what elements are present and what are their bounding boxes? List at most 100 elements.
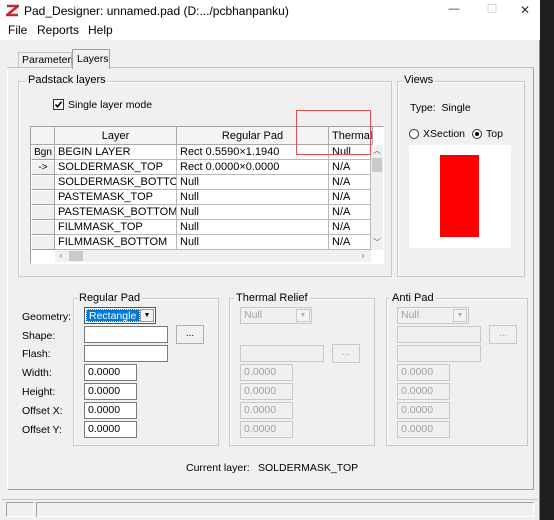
row-header[interactable] xyxy=(31,190,55,205)
row-header[interactable] xyxy=(31,235,55,250)
row-header-corner xyxy=(31,127,55,145)
minimize-button[interactable]: — xyxy=(444,3,464,15)
table-cell-pad[interactable]: Null xyxy=(177,220,329,234)
table-cell-layer[interactable]: PASTEMASK_BOTTOM xyxy=(55,205,177,219)
horizontal-scroll-thumb[interactable] xyxy=(69,251,83,261)
title-bar[interactable]: Pad_Designer: unnamed.pad (D:.../pcbhanp… xyxy=(0,0,540,22)
row-header[interactable] xyxy=(31,175,55,190)
thermal-geometry-value: Null xyxy=(244,309,263,321)
table-cell-pad[interactable]: Null xyxy=(177,190,329,204)
table-row[interactable]: FILMMASK_BOTTOM Null N/A xyxy=(55,235,371,250)
table-cell-thermal[interactable]: N/A xyxy=(329,175,371,189)
row-header[interactable] xyxy=(31,220,55,235)
table-row[interactable]: PASTEMASK_BOTTOM Null N/A xyxy=(55,205,371,220)
offset-x-label: Offset X: xyxy=(22,405,63,417)
table-cell-thermal[interactable]: N/A xyxy=(329,160,371,174)
vertical-scroll-thumb[interactable] xyxy=(372,158,382,172)
scroll-up-icon[interactable]: ︿ xyxy=(371,145,383,157)
table-cell-layer[interactable]: FILMMASK_TOP xyxy=(55,220,177,234)
thermal-browse-button[interactable]: ... xyxy=(332,344,360,363)
current-layer-value: SOLDERMASK_TOP xyxy=(258,462,359,474)
close-button[interactable]: ✕ xyxy=(516,3,534,17)
table-cell-thermal[interactable]: N/A xyxy=(329,205,371,219)
row-header[interactable] xyxy=(31,205,55,220)
top-radio[interactable] xyxy=(472,129,482,139)
menu-help[interactable]: Help xyxy=(88,23,113,37)
row-header[interactable]: -> xyxy=(31,160,55,175)
table-cell-pad[interactable]: Null xyxy=(177,205,329,219)
table-cell-layer[interactable]: PASTEMASK_TOP xyxy=(55,190,177,204)
chevron-down-icon[interactable]: ▼ xyxy=(296,309,310,322)
thermal-flash-input[interactable] xyxy=(240,345,324,362)
regular-height-input[interactable]: 0.0000 xyxy=(84,383,137,400)
row-header[interactable]: Bgn xyxy=(31,145,55,160)
flash-label: Flash: xyxy=(22,348,51,360)
tab-layers-label: Layers xyxy=(77,53,109,65)
thermal-offset-y-input[interactable]: 0.0000 xyxy=(240,421,293,438)
tab-parameters-label: Parameters xyxy=(22,54,77,66)
menu-file[interactable]: File xyxy=(8,23,27,37)
table-cell-pad[interactable]: Null xyxy=(177,175,329,189)
thermal-height-input[interactable]: 0.0000 xyxy=(240,383,293,400)
views-label: Views xyxy=(402,74,436,86)
table-cell-pad[interactable]: Null xyxy=(177,235,329,249)
table-cell-layer[interactable]: SOLDERMASK_BOTTOM xyxy=(55,175,177,189)
scroll-down-icon[interactable]: ﹀ xyxy=(371,237,383,249)
table-row[interactable]: FILMMASK_TOP Null N/A xyxy=(55,220,371,235)
regular-offset-y-input[interactable]: 0.0000 xyxy=(84,421,137,438)
anti-shape-input[interactable] xyxy=(397,326,481,343)
anti-offset-y-input[interactable]: 0.0000 xyxy=(397,421,450,438)
anti-flash-input[interactable] xyxy=(397,345,481,362)
horizontal-scrollbar[interactable]: ‹ › xyxy=(55,250,371,262)
table-cell-thermal[interactable]: N/A xyxy=(329,235,371,249)
top-label: Top xyxy=(486,128,503,140)
chevron-down-icon[interactable]: ▼ xyxy=(453,309,467,322)
thermal-relief-label: Thermal Relief xyxy=(234,292,310,304)
anti-height-input[interactable]: 0.0000 xyxy=(397,383,450,400)
status-pane xyxy=(6,502,34,517)
column-header-layer[interactable]: Layer xyxy=(55,127,177,145)
scroll-left-icon[interactable]: ‹ xyxy=(55,250,67,262)
regular-pad-label: Regular Pad xyxy=(77,292,143,304)
geometry-label: Geometry: xyxy=(22,311,72,323)
thermal-width-input[interactable]: 0.0000 xyxy=(240,364,293,381)
table-row[interactable]: SOLDERMASK_BOTTOM Null N/A xyxy=(55,175,371,190)
thermal-offset-x-input[interactable]: 0.0000 xyxy=(240,402,293,419)
anti-offset-x-input[interactable]: 0.0000 xyxy=(397,402,450,419)
tab-parameters[interactable]: Parameters xyxy=(18,52,76,67)
regular-offset-x-input[interactable]: 0.0000 xyxy=(84,402,137,419)
maximize-button[interactable]: ☐ xyxy=(484,2,500,16)
padstack-layers-label: Padstack layers xyxy=(26,74,108,86)
view-type-text: Type: Single xyxy=(410,102,471,114)
table-cell-thermal[interactable]: N/A xyxy=(329,190,371,204)
vertical-scrollbar[interactable]: ︿ ﹀ xyxy=(371,145,383,250)
table-cell-layer[interactable]: FILMMASK_BOTTOM xyxy=(55,235,177,249)
scroll-right-icon[interactable]: › xyxy=(357,250,369,262)
table-row[interactable]: PASTEMASK_TOP Null N/A xyxy=(55,190,371,205)
status-bar xyxy=(2,499,538,518)
tab-layers[interactable]: Layers xyxy=(72,49,110,69)
regular-geometry-select[interactable]: Rectangle ▼ xyxy=(84,307,156,324)
regular-flash-input[interactable] xyxy=(84,345,168,362)
table-cell-layer[interactable]: BEGIN LAYER xyxy=(55,145,177,159)
menu-reports[interactable]: Reports xyxy=(37,23,79,37)
thermal-geometry-select[interactable]: Null ▼ xyxy=(240,307,312,324)
regular-geometry-value: Rectangle xyxy=(86,309,140,322)
offset-y-label: Offset Y: xyxy=(22,424,62,436)
current-layer-label: Current layer: xyxy=(186,462,250,474)
anti-geometry-select[interactable]: Null ▼ xyxy=(397,307,469,324)
regular-width-input[interactable]: 0.0000 xyxy=(84,364,137,381)
regular-shape-input[interactable] xyxy=(84,326,168,343)
table-cell-layer[interactable]: SOLDERMASK_TOP xyxy=(55,160,177,174)
table-cell-pad[interactable]: Rect 0.0000×0.0000 xyxy=(177,160,329,174)
app-icon xyxy=(3,4,22,17)
anti-pad-label: Anti Pad xyxy=(390,292,436,304)
chevron-down-icon[interactable]: ▼ xyxy=(140,309,154,322)
regular-shape-browse-button[interactable]: ... xyxy=(176,325,204,344)
table-cell-thermal[interactable]: N/A xyxy=(329,220,371,234)
table-row[interactable]: SOLDERMASK_TOP Rect 0.0000×0.0000 N/A xyxy=(55,160,371,175)
xsection-radio[interactable] xyxy=(409,129,419,139)
anti-width-input[interactable]: 0.0000 xyxy=(397,364,450,381)
single-layer-checkbox[interactable] xyxy=(53,99,64,110)
anti-browse-button[interactable]: ... xyxy=(489,325,517,344)
